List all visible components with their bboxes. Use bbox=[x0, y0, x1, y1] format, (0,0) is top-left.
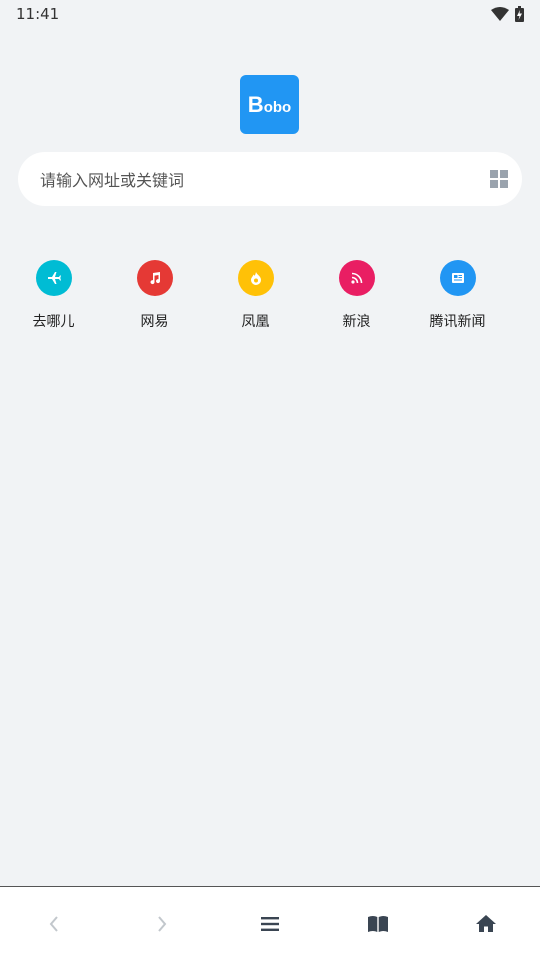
shortcut-label: 腾讯新闻 bbox=[429, 314, 486, 330]
home-icon bbox=[476, 915, 496, 932]
airplane-icon bbox=[35, 260, 72, 296]
shortcut-label: 凤凰 bbox=[241, 314, 270, 330]
status-icons bbox=[491, 6, 524, 22]
search-input[interactable]: 请输入网址或关键词 bbox=[18, 152, 522, 206]
logo-letter: B bbox=[247, 91, 264, 117]
bottom-navigation bbox=[0, 886, 540, 960]
shortcut-sina[interactable]: 新浪 bbox=[306, 260, 407, 331]
menu-button[interactable] bbox=[240, 894, 300, 954]
shortcut-label: 新浪 bbox=[342, 314, 371, 330]
bookmarks-icon bbox=[368, 915, 388, 932]
bookmarks-button[interactable] bbox=[348, 894, 408, 954]
wifi-icon bbox=[491, 7, 509, 21]
shortcut-netease[interactable]: 网易 bbox=[104, 260, 205, 331]
music-note-icon bbox=[136, 260, 173, 296]
home-button[interactable] bbox=[456, 894, 516, 954]
app-logo: Bobo bbox=[240, 75, 299, 134]
rss-icon bbox=[338, 260, 375, 296]
shortcut-ifeng[interactable]: 凤凰 bbox=[205, 260, 306, 331]
status-time: 11:41 bbox=[16, 5, 60, 23]
forward-button[interactable] bbox=[132, 894, 192, 954]
qr-scan-icon[interactable] bbox=[490, 170, 508, 188]
search-placeholder: 请输入网址或关键词 bbox=[40, 171, 185, 190]
status-bar: 11:41 bbox=[0, 0, 540, 28]
shortcut-tencent-news[interactable]: 腾讯新闻 bbox=[407, 260, 508, 331]
menu-icon bbox=[261, 916, 279, 931]
shortcut-qunar[interactable]: 去哪儿 bbox=[3, 260, 104, 331]
newspaper-icon bbox=[439, 260, 476, 296]
back-arrow-icon bbox=[49, 915, 58, 932]
battery-charging-icon bbox=[515, 6, 524, 22]
back-button[interactable] bbox=[24, 894, 84, 954]
shortcut-label: 网易 bbox=[140, 314, 169, 330]
shortcut-label: 去哪儿 bbox=[32, 314, 75, 330]
forward-arrow-icon bbox=[158, 915, 167, 932]
logo-text: obo bbox=[263, 99, 292, 116]
fire-icon bbox=[237, 260, 274, 296]
